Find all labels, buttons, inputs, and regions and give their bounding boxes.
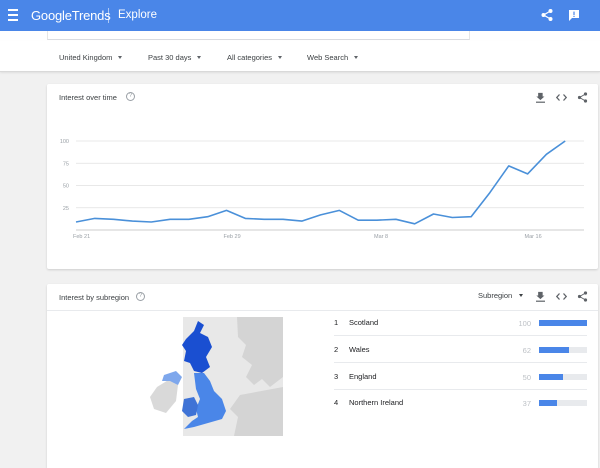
data-point[interactable] (564, 140, 566, 142)
filter-search-type-label: Web Search (307, 53, 349, 62)
data-point[interactable] (112, 218, 114, 220)
data-point[interactable] (263, 218, 265, 220)
list-item[interactable]: 2 Wales 62 (334, 337, 587, 363)
filter-time[interactable]: Past 30 days (148, 53, 202, 62)
row-name: England (349, 372, 377, 381)
data-point[interactable] (508, 165, 510, 167)
embed-icon[interactable] (556, 291, 567, 302)
data-point[interactable] (489, 191, 491, 193)
data-point[interactable] (131, 220, 133, 222)
x-tick-label: Mar 16 (525, 234, 542, 240)
data-point[interactable] (75, 221, 77, 223)
row-name: Scotland (349, 318, 379, 327)
value-bar-fill (539, 347, 569, 353)
data-point[interactable] (338, 209, 340, 211)
chevron-down-icon (354, 56, 359, 59)
data-point[interactable] (413, 223, 415, 225)
data-point[interactable] (432, 213, 434, 215)
value-bar (539, 400, 587, 406)
data-point[interactable] (451, 216, 453, 218)
data-point[interactable] (545, 153, 547, 155)
row-value: 100 (518, 319, 531, 328)
search-term-strip (0, 31, 600, 41)
logo-google: Google (31, 8, 72, 23)
row-value: 37 (522, 399, 531, 408)
filter-search-type[interactable]: Web Search (307, 53, 359, 62)
feedback-icon[interactable] (567, 8, 581, 22)
x-tick-label: Feb 21 (73, 234, 90, 240)
data-point[interactable] (376, 219, 378, 221)
row-rank: 3 (334, 372, 339, 381)
chevron-down-icon (118, 56, 123, 59)
data-point[interactable] (319, 214, 321, 216)
data-point[interactable] (94, 217, 96, 219)
value-bar (539, 320, 587, 326)
value-bar (539, 347, 587, 353)
value-bar (539, 374, 587, 380)
ireland-shape (150, 379, 178, 413)
filter-bar: United Kingdom Past 30 days All categori… (0, 41, 600, 72)
download-icon[interactable] (535, 291, 546, 302)
chevron-down-icon (519, 294, 524, 297)
section-title: Explore (118, 9, 157, 21)
chevron-down-icon (197, 56, 202, 59)
data-point[interactable] (301, 220, 303, 222)
filter-category-label: All categories (227, 53, 273, 62)
share-icon[interactable] (540, 8, 554, 22)
subregion-select[interactable]: Subregion (478, 291, 524, 300)
row-name: Northern Ireland (349, 398, 404, 407)
y-tick-label: 50 (63, 184, 69, 190)
y-tick-label: 25 (63, 206, 69, 212)
google-trends-logo[interactable]: GoogleTrends (31, 8, 111, 23)
interest-over-time-card: Interest over time ? 25 50 75 100 Feb 21 Feb … (47, 84, 598, 269)
row-name: Wales (349, 345, 370, 354)
appbar-divider (108, 8, 109, 23)
data-point[interactable] (282, 218, 284, 220)
help-icon[interactable]: ? (136, 292, 145, 301)
subregion-select-label: Subregion (478, 291, 513, 300)
row-value: 62 (522, 346, 531, 355)
uk-map (150, 317, 283, 436)
menu-icon[interactable] (8, 9, 18, 21)
filter-region[interactable]: United Kingdom (59, 53, 123, 62)
data-point[interactable] (470, 215, 472, 217)
row-rank: 2 (334, 345, 339, 354)
list-item[interactable]: 1 Scotland 100 (334, 310, 587, 336)
interest-by-subregion-card: Interest by subregion ? Subregion 1 Scot… (47, 284, 598, 468)
data-point[interactable] (207, 215, 209, 217)
interest-over-time-chart: 25 50 75 100 Feb 21 Feb 29 Mar 8 Mar 16 (60, 139, 584, 240)
row-rank: 1 (334, 318, 339, 327)
data-point[interactable] (526, 173, 528, 175)
interest-by-subregion-title: Interest by subregion (59, 293, 130, 302)
filter-category[interactable]: All categories (227, 53, 283, 62)
search-term-card[interactable] (47, 31, 470, 40)
data-point[interactable] (150, 221, 152, 223)
row-rank: 4 (334, 398, 339, 407)
logo-trends: Trends (71, 8, 111, 23)
share-icon[interactable] (577, 291, 588, 302)
data-point[interactable] (188, 218, 190, 220)
list-item[interactable]: 4 Northern Ireland 37 (334, 390, 587, 416)
y-tick-label: 100 (60, 139, 69, 145)
data-point[interactable] (244, 217, 246, 219)
chevron-down-icon (278, 56, 283, 59)
y-tick-label: 75 (63, 161, 69, 167)
series-line[interactable] (75, 140, 566, 225)
data-point[interactable] (169, 218, 171, 220)
data-point[interactable] (395, 218, 397, 220)
app-bar: GoogleTrends Explore (0, 0, 600, 31)
x-tick-label: Mar 8 (374, 234, 388, 240)
data-point[interactable] (357, 219, 359, 221)
x-tick-label: Feb 29 (224, 234, 241, 240)
list-item[interactable]: 3 England 50 (334, 364, 587, 390)
value-bar-fill (539, 374, 563, 380)
value-bar-fill (539, 320, 587, 326)
value-bar-fill (539, 400, 557, 406)
data-point[interactable] (225, 209, 227, 211)
row-value: 50 (522, 373, 531, 382)
filter-time-label: Past 30 days (148, 53, 192, 62)
filter-region-label: United Kingdom (59, 53, 113, 62)
